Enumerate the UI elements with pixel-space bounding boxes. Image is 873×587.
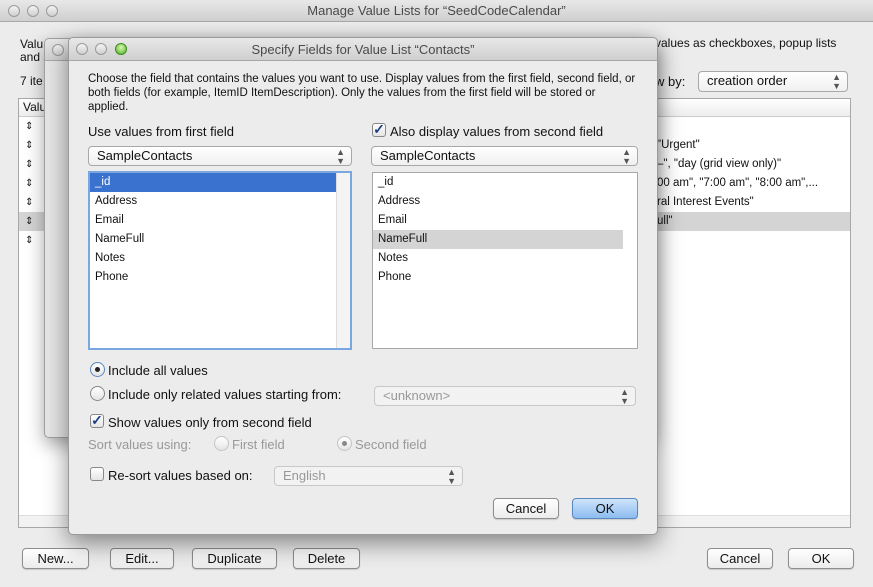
reorder-handle-icon[interactable]: ⇕ — [25, 231, 33, 250]
value-list-definition: ull" — [657, 215, 673, 227]
new-button[interactable]: New... — [22, 548, 89, 569]
view-by-value: creation order — [707, 73, 788, 88]
sort-second-label: Second field — [355, 437, 427, 452]
duplicate-button[interactable]: Duplicate — [192, 548, 277, 569]
popup-arrows-icon: ▲ ▼ — [832, 72, 841, 91]
scrollbar[interactable] — [336, 173, 350, 348]
close-window-button[interactable] — [76, 43, 88, 55]
second-field-label: Also display values from second field — [390, 124, 604, 139]
close-window-button[interactable] — [8, 5, 20, 17]
include-related-label: Include only related values starting fro… — [108, 387, 342, 402]
resort-language-popup[interactable]: English ▲ ▼ — [274, 466, 463, 486]
first-field-list[interactable]: _id Address Email NameFull Notes Phone — [88, 171, 352, 350]
include-all-radio[interactable] — [90, 362, 105, 377]
sort-second-radio[interactable] — [337, 436, 352, 451]
main-title-bar: Manage Value Lists for “SeedCodeCalendar… — [0, 0, 873, 22]
view-by-label: w by: — [655, 74, 686, 89]
include-all-label: Include all values — [108, 363, 208, 378]
first-field-label: Use values from first field — [88, 124, 234, 139]
value-list-definition: 00 am", "7:00 am", "8:00 am",... — [657, 177, 819, 189]
delete-button[interactable]: Delete — [293, 548, 360, 569]
zoom-window-button[interactable] — [115, 43, 127, 55]
popup-arrows-icon: ▲ ▼ — [336, 147, 345, 166]
value-list-definition: ral Interest Events" — [657, 196, 754, 208]
main-window-title: Manage Value Lists for “SeedCodeCalendar… — [307, 3, 566, 18]
dialog-ok-button[interactable]: OK — [572, 498, 638, 519]
related-start-popup[interactable]: <unknown> ▲ ▼ — [374, 386, 636, 406]
field-item[interactable]: Notes — [373, 249, 623, 268]
intro-text-right: values as checkboxes, popup lists — [655, 36, 837, 50]
resort-label: Re-sort values based on: — [108, 468, 253, 483]
show-second-only-checkbox[interactable]: ✓ — [90, 413, 104, 428]
close-window-button[interactable] — [52, 44, 64, 56]
second-field-checkbox[interactable]: ✓ — [372, 122, 386, 137]
value-list-definition: "Urgent" — [657, 139, 700, 151]
intro-text: Valu — [20, 37, 44, 51]
ok-button[interactable]: OK — [788, 548, 854, 569]
field-item[interactable]: Phone — [373, 268, 623, 287]
first-table-value: SampleContacts — [97, 148, 193, 163]
field-item[interactable]: NameFull — [373, 230, 623, 249]
resort-language-value: English — [283, 468, 326, 483]
related-start-value: <unknown> — [383, 388, 451, 403]
minimize-window-button[interactable] — [27, 5, 39, 17]
field-item[interactable]: _id — [373, 173, 623, 192]
zoom-window-button[interactable] — [46, 5, 58, 17]
sort-label: Sort values using: — [88, 437, 192, 452]
field-item[interactable]: NameFull — [90, 230, 336, 249]
field-item[interactable]: Email — [90, 211, 336, 230]
field-item[interactable]: Address — [373, 192, 623, 211]
sort-first-radio[interactable] — [214, 436, 229, 451]
edit-button[interactable]: Edit... — [110, 548, 174, 569]
first-table-popup[interactable]: SampleContacts ▲ ▼ — [88, 146, 352, 166]
reorder-handle-icon[interactable]: ⇕ — [25, 136, 33, 155]
include-related-radio[interactable] — [90, 386, 105, 401]
reorder-handle-icon[interactable]: ⇕ — [25, 212, 33, 231]
resort-checkbox[interactable] — [90, 467, 104, 481]
field-item[interactable]: Address — [90, 192, 336, 211]
reorder-handle-icon[interactable]: ⇕ — [25, 193, 33, 212]
reorder-handle-icon[interactable]: ⇕ — [25, 174, 33, 193]
show-second-only-label: Show values only from second field — [108, 415, 312, 430]
field-item[interactable]: Email — [373, 211, 623, 230]
second-field-list[interactable]: _id Address Email NameFull Notes Phone — [372, 172, 638, 349]
field-item[interactable]: Phone — [90, 268, 336, 287]
field-item[interactable]: Notes — [90, 249, 336, 268]
reorder-handle-icon[interactable]: ⇕ — [25, 117, 33, 136]
value-list-definition: –", "day (grid view only)" — [657, 158, 782, 170]
popup-arrows-icon: ▲ ▼ — [620, 387, 629, 406]
minimize-window-button[interactable] — [95, 43, 107, 55]
popup-arrows-icon: ▲ ▼ — [622, 147, 631, 166]
instructions: Choose the field that contains the value… — [88, 73, 636, 113]
popup-arrows-icon: ▲ ▼ — [447, 467, 456, 486]
reorder-handle-icon[interactable]: ⇕ — [25, 155, 33, 174]
view-by-popup[interactable]: creation order ▲ ▼ — [698, 71, 848, 92]
second-table-popup[interactable]: SampleContacts ▲ ▼ — [371, 146, 638, 166]
sort-first-label: First field — [232, 437, 285, 452]
dialog-title: Specify Fields for Value List “Contacts” — [251, 42, 475, 57]
item-count: 7 ite — [20, 74, 43, 88]
cancel-button[interactable]: Cancel — [707, 548, 773, 569]
field-item[interactable]: _id — [90, 173, 336, 192]
second-table-value: SampleContacts — [380, 148, 476, 163]
dialog-cancel-button[interactable]: Cancel — [493, 498, 559, 519]
